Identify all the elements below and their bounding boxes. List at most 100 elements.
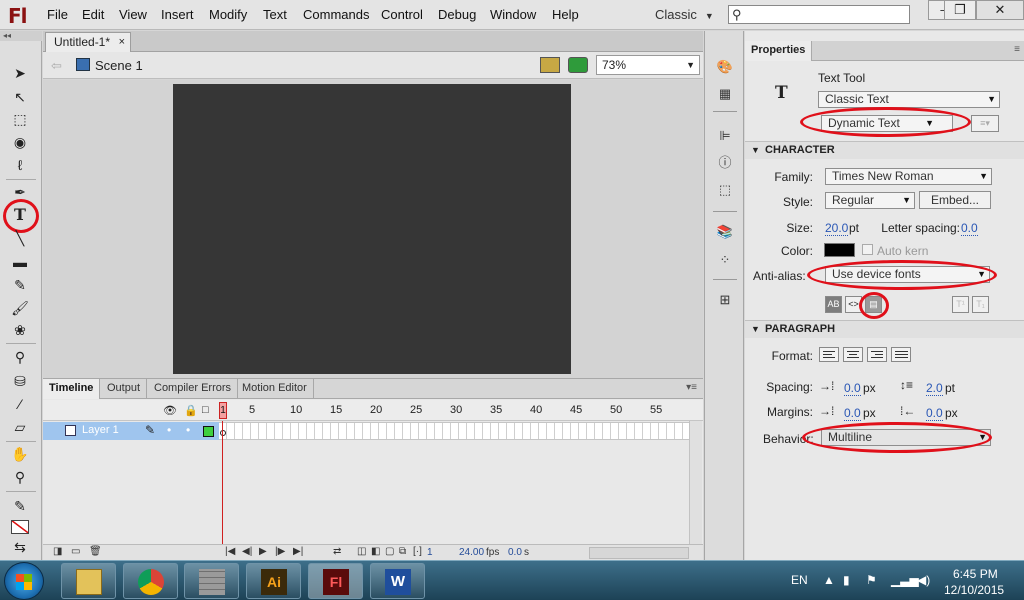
lasso-tool-icon[interactable]: ℓ <box>9 155 31 175</box>
stroke-color-icon[interactable]: ✎ <box>9 496 31 516</box>
line-tool-icon[interactable]: ╲ <box>9 228 31 248</box>
taskbar-app-bricks[interactable] <box>184 563 239 599</box>
eyedropper-tool-icon[interactable]: ⁄ <box>9 394 31 414</box>
brush-tool-icon[interactable]: 🖌 <box>9 298 31 318</box>
menu-file[interactable]: File <box>47 7 68 22</box>
menu-commands[interactable]: Commands <box>303 7 369 22</box>
show-hide-eye-icon[interactable]: 👁 <box>163 404 177 417</box>
auto-kern-checkbox[interactable] <box>862 244 873 255</box>
keyframe-icon[interactable] <box>220 430 226 436</box>
align-center-icon[interactable] <box>843 347 863 362</box>
bone-tool-icon[interactable]: ⚲ <box>9 347 31 367</box>
last-frame-icon[interactable]: ▶| <box>293 546 303 557</box>
play-icon[interactable]: ▶ <box>259 546 267 557</box>
volume-icon[interactable]: ◀) <box>917 573 930 587</box>
flash-logo[interactable]: Fl <box>8 4 28 28</box>
restore-button[interactable]: ❐ <box>944 0 976 20</box>
network-signal-icon[interactable]: ▁▃▅ <box>891 573 919 587</box>
lock-icon[interactable]: 🔒 <box>184 404 198 417</box>
embed-button[interactable]: Embed... <box>919 191 991 209</box>
current-frame-value[interactable]: 1 <box>427 547 433 558</box>
start-button[interactable] <box>4 562 44 600</box>
panel-menu-icon[interactable]: ▾≡ <box>686 382 697 393</box>
layer-name[interactable]: Layer 1 <box>82 424 119 436</box>
swatches-icon[interactable]: ▦ <box>716 86 734 102</box>
center-frame-icon[interactable]: ◫ <box>357 546 366 557</box>
behavior-select[interactable]: Multiline ▼ <box>821 429 991 446</box>
transform-icon[interactable]: ⬚ <box>716 182 734 198</box>
free-transform-tool-icon[interactable]: ⬚ <box>9 109 31 129</box>
anti-alias-select[interactable]: Use device fonts ▼ <box>825 266 990 283</box>
left-margin-value[interactable]: 0.0 <box>844 406 861 421</box>
tab-compiler-errors[interactable]: Compiler Errors <box>148 379 239 399</box>
tab-output[interactable]: Output <box>101 379 148 399</box>
layer-row[interactable]: Layer 1 ✎ • • <box>43 422 219 440</box>
menu-debug[interactable]: Debug <box>438 7 476 22</box>
character-section-header[interactable]: ▼ CHARACTER <box>745 141 1024 159</box>
zoom-select[interactable]: 73% ▼ <box>596 55 700 75</box>
delete-icon[interactable]: 🗑 <box>89 546 102 557</box>
selection-tool-icon[interactable]: ➤ <box>9 63 31 83</box>
superscript-icon[interactable]: T¹ <box>952 296 969 313</box>
tab-properties[interactable]: Properties <box>745 41 813 61</box>
menu-window[interactable]: Window <box>490 7 536 22</box>
battery-icon[interactable]: ▮ <box>843 573 850 587</box>
selectable-text-icon[interactable]: AB <box>825 296 842 313</box>
help-search-input[interactable]: ⚲ <box>728 5 910 24</box>
close-tab-icon[interactable]: × <box>119 33 125 51</box>
fps-value[interactable]: 24.00 <box>459 547 484 558</box>
frames-row[interactable] <box>219 422 689 440</box>
render-html-icon[interactable]: <> <box>845 296 862 313</box>
timeline-vertical-scrollbar[interactable] <box>689 421 702 545</box>
text-orientation-icon[interactable]: ≡▾ <box>971 115 999 132</box>
new-folder-icon[interactable]: ▭ <box>71 546 80 557</box>
font-size-value[interactable]: 20.0 <box>825 221 849 236</box>
deco-tool-icon[interactable]: ❀ <box>9 320 31 340</box>
scene-label[interactable]: Scene 1 <box>95 58 143 73</box>
panel-menu-icon[interactable]: ≡ <box>1014 44 1020 55</box>
clock-time[interactable]: 6:45 PM <box>953 567 998 581</box>
edit-symbols-icon[interactable] <box>568 57 588 73</box>
right-margin-value[interactable]: 0.0 <box>926 406 943 421</box>
edit-multiple-frames-icon[interactable]: ⧉ <box>399 546 406 557</box>
motion-presets-icon[interactable]: ⁘ <box>716 252 734 268</box>
color-palette-icon[interactable]: 🎨 <box>716 59 734 75</box>
menu-control[interactable]: Control <box>381 7 423 22</box>
menu-edit[interactable]: Edit <box>82 7 104 22</box>
subscript-icon[interactable]: T₁ <box>972 296 989 313</box>
taskbar-chrome[interactable] <box>123 563 178 599</box>
menu-text[interactable]: Text <box>263 7 287 22</box>
taskbar-flash[interactable]: Fl <box>308 563 363 599</box>
font-family-select[interactable]: Times New Roman ▼ <box>825 168 992 185</box>
components-icon[interactable]: ⊞ <box>716 292 734 308</box>
zoom-tool-icon[interactable]: ⚲ <box>9 467 31 487</box>
layer-outline-color[interactable] <box>203 426 214 437</box>
elapsed-time-value[interactable]: 0.0 <box>508 547 522 558</box>
menu-insert[interactable]: Insert <box>161 7 194 22</box>
letter-spacing-value[interactable]: 0.0 <box>961 221 978 236</box>
show-hidden-icons-icon[interactable]: ▲ <box>823 573 835 587</box>
menu-view[interactable]: View <box>119 7 147 22</box>
rectangle-tool-icon[interactable]: ▬ <box>9 252 31 272</box>
tab-timeline[interactable]: Timeline <box>43 379 101 399</box>
first-frame-icon[interactable]: |◀ <box>225 546 235 557</box>
show-border-icon[interactable]: ▤ <box>865 296 882 313</box>
close-button[interactable]: ✕ <box>976 0 1024 20</box>
align-left-icon[interactable] <box>819 347 839 362</box>
onion-skin-icon[interactable]: ◧ <box>371 546 380 557</box>
pen-tool-icon[interactable]: ✒ <box>9 182 31 202</box>
hand-tool-icon[interactable]: ✋ <box>9 444 31 464</box>
edit-scene-icon[interactable] <box>540 57 560 73</box>
step-back-icon[interactable]: ◀| <box>242 546 252 557</box>
align-icon[interactable]: ⊫ <box>716 128 734 144</box>
line-spacing-value[interactable]: 2.0 <box>926 381 943 396</box>
align-right-icon[interactable] <box>867 347 887 362</box>
action-center-flag-icon[interactable]: ⚑ <box>866 573 877 587</box>
paragraph-section-header[interactable]: ▼ PARAGRAPH <box>745 320 1024 338</box>
subselection-tool-icon[interactable]: ↖ <box>9 87 31 107</box>
menu-modify[interactable]: Modify <box>209 7 247 22</box>
tools-panel-grip[interactable]: ◂◂ <box>0 31 42 41</box>
taskbar-illustrator[interactable]: Ai <box>246 563 301 599</box>
font-style-select[interactable]: Regular ▼ <box>825 192 915 209</box>
taskbar-word[interactable]: W <box>370 563 425 599</box>
